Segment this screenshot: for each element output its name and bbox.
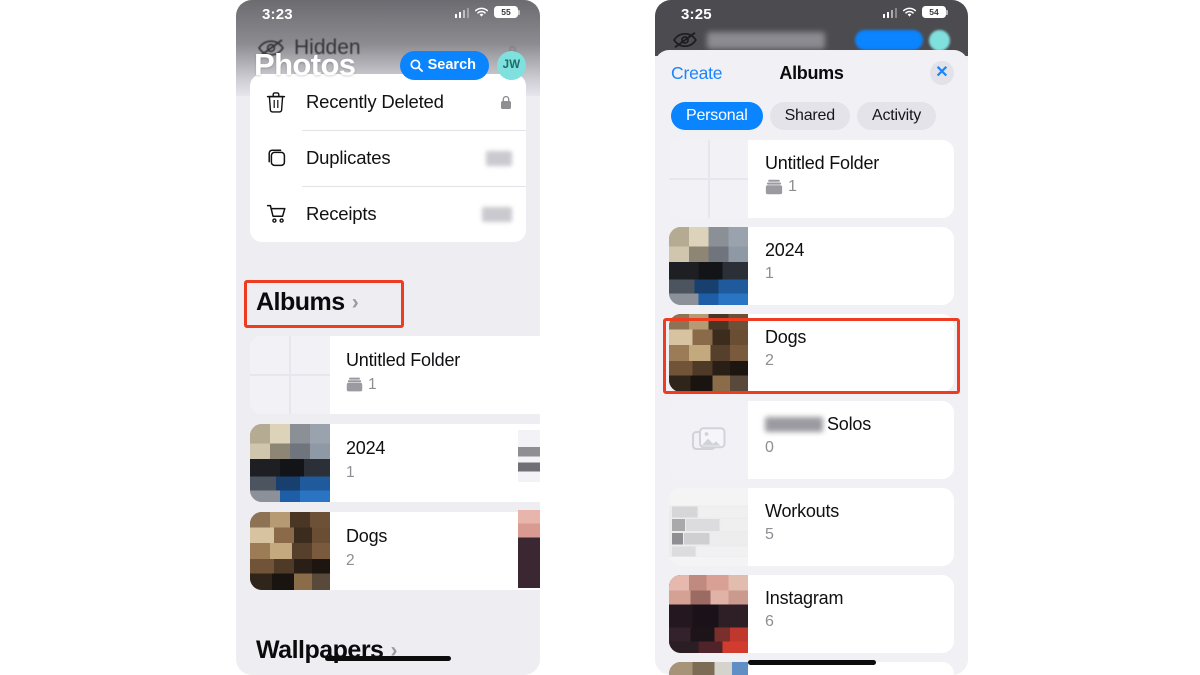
folder-stack-icon xyxy=(765,179,783,194)
list-item[interactable]: Instagram 6 xyxy=(669,575,954,653)
album-thumbnail xyxy=(669,140,748,218)
list-item[interactable]: 2024 1 xyxy=(250,424,540,502)
page-title: Photos xyxy=(254,47,356,82)
tab-personal[interactable]: Personal xyxy=(671,102,763,130)
list-item[interactable]: Dogs 2 xyxy=(250,512,540,590)
album-count: 1 xyxy=(765,264,774,282)
blurred-title xyxy=(707,31,825,49)
album-name: Solos xyxy=(827,414,872,434)
peek-thumb-b xyxy=(518,510,540,588)
peek-thumb-a xyxy=(518,430,540,482)
sidebar-item-receipts[interactable]: Receipts xyxy=(250,186,526,242)
segmented-control: Personal Shared Activity xyxy=(655,96,968,140)
album-count-row: 1 xyxy=(346,464,540,482)
right-albums-list: Untitled Folder 1 2024 1 Dogs 2 Solos 0 … xyxy=(655,140,968,675)
create-button[interactable]: Create xyxy=(671,63,723,84)
album-count: 2 xyxy=(765,351,774,369)
album-name-row: Dogs xyxy=(765,327,954,348)
duplicate-icon xyxy=(266,147,293,169)
tab-activity[interactable]: Activity xyxy=(856,102,937,130)
sidebar-item-label: Recently Deleted xyxy=(306,91,444,112)
album-count-row: 1 xyxy=(765,178,954,196)
album-name: Dogs xyxy=(346,526,388,546)
right-phone-screenshot: 3:25 54 Create Albums ✕ Personal Shared … xyxy=(655,0,968,675)
album-count: 1 xyxy=(346,463,355,481)
album-name: Dogs xyxy=(765,327,807,347)
left-phone-screenshot: 3:23 55 Hidden Photos Search JW Recently… xyxy=(236,0,540,675)
album-thumbnail xyxy=(250,424,330,502)
list-item[interactable]: Untitled Folder 1 xyxy=(669,140,954,218)
trash-icon xyxy=(266,91,293,113)
lock-icon xyxy=(500,95,512,110)
album-count: 1 xyxy=(368,375,377,393)
album-thumbnail xyxy=(669,227,748,305)
cart-icon xyxy=(266,203,293,225)
album-thumbnail xyxy=(669,575,748,653)
album-name-row: Untitled Folder xyxy=(765,153,954,174)
close-icon[interactable]: ✕ xyxy=(930,61,954,85)
search-button-label: Search xyxy=(427,57,476,73)
album-count: 6 xyxy=(765,612,774,630)
album-count-row: 1 xyxy=(346,376,540,394)
album-name: Untitled Folder xyxy=(346,350,461,370)
left-app-header: Photos Search JW xyxy=(236,42,540,88)
album-name-row: Solos xyxy=(765,414,954,435)
album-thumbnail xyxy=(669,662,748,675)
album-count: 2 xyxy=(346,551,355,569)
album-name-row: Instagram xyxy=(765,588,954,609)
album-thumbnail xyxy=(669,314,748,392)
album-name-row: 2024 xyxy=(765,240,954,261)
sidebar-item-duplicates[interactable]: Duplicates xyxy=(250,130,526,186)
album-count: 5 xyxy=(765,525,774,543)
sidebar-item-label: Receipts xyxy=(306,203,377,224)
album-thumbnail xyxy=(250,336,330,414)
album-count-row: 2 xyxy=(346,552,540,570)
left-albums-list: Untitled Folder 1 2024 1 Dogs 2 xyxy=(250,336,540,600)
album-name: Instagram xyxy=(765,588,844,608)
photo-stack-icon xyxy=(691,426,725,450)
album-name: Workouts xyxy=(765,501,840,521)
albums-section-header[interactable]: Albums › xyxy=(256,288,359,317)
search-icon xyxy=(410,58,423,72)
list-item[interactable]: Workouts 5 xyxy=(669,488,954,566)
tab-shared[interactable]: Shared xyxy=(769,102,850,130)
list-item[interactable]: Solos 0 xyxy=(669,401,954,479)
album-count: 1 xyxy=(788,177,797,195)
blurred-avatar xyxy=(929,29,950,51)
blurred-search-button xyxy=(855,30,923,50)
blurred-count xyxy=(486,150,512,166)
list-item[interactable]: Dogs 2 xyxy=(669,314,954,392)
album-count: 0 xyxy=(765,438,774,456)
left-utility-card: Recently Deleted Duplicates Receipts xyxy=(250,74,526,242)
list-item[interactable]: 2024 1 xyxy=(669,227,954,305)
search-button[interactable]: Search xyxy=(399,50,489,80)
album-name: 2024 xyxy=(765,240,805,260)
sheet-nav-bar: Create Albums ✕ xyxy=(655,50,968,96)
home-indicator xyxy=(325,656,451,661)
album-thumbnail xyxy=(669,488,748,566)
home-indicator xyxy=(747,660,876,665)
album-thumbnail xyxy=(669,401,748,479)
blurred-name-prefix xyxy=(765,416,823,432)
album-name: 2024 xyxy=(346,438,386,458)
folder-stack-icon xyxy=(346,377,363,392)
eye-slash-icon xyxy=(671,30,699,50)
albums-sheet: Create Albums ✕ Personal Shared Activity xyxy=(655,50,968,675)
list-item[interactable]: Untitled Folder 1 xyxy=(250,336,540,414)
albums-section-title: Albums xyxy=(256,288,345,316)
album-name: Untitled Folder xyxy=(765,153,880,173)
sidebar-item-label: Duplicates xyxy=(306,147,391,168)
screenshot-canvas: 3:23 55 Hidden Photos Search JW Recently… xyxy=(0,0,1200,675)
album-name-row: Workouts xyxy=(765,501,954,522)
blurred-count xyxy=(482,206,512,222)
album-thumbnail xyxy=(250,512,330,590)
chevron-right-icon: › xyxy=(351,291,359,314)
avatar[interactable]: JW xyxy=(497,50,526,80)
